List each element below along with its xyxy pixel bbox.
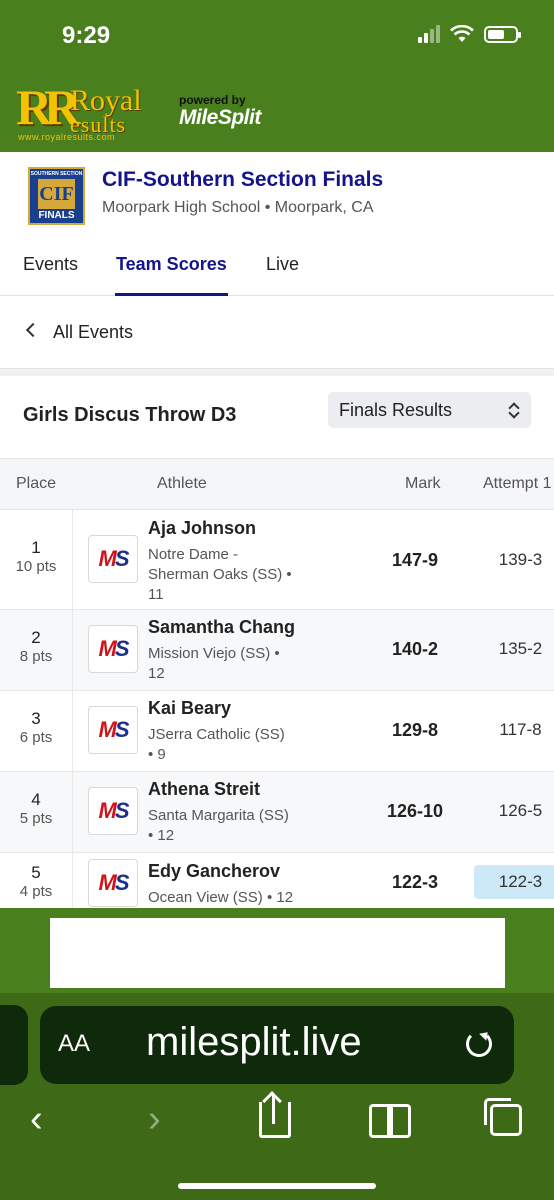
attempt-1-value: 139-3 <box>498 550 543 569</box>
event-title: Girls Discus Throw D3 <box>23 404 237 426</box>
meet-header: SOUTHERN SECTION CIF FINALS CIF-Southern… <box>0 152 554 296</box>
place-cell: 1 10 pts <box>0 510 73 609</box>
attempt-1-value: 122-3 <box>474 865 554 899</box>
athlete-name[interactable]: Aja Johnson <box>148 518 256 539</box>
athlete-mark: 126-10 <box>386 801 444 821</box>
place-points: 6 pts <box>19 729 53 746</box>
ms-team-logo: MS <box>88 706 138 754</box>
place-number: 1 <box>31 538 41 557</box>
place-points: 8 pts <box>19 648 53 665</box>
table-row[interactable]: 2 8 pts MS Samantha Chang Mission Viejo … <box>0 610 554 691</box>
place-number: 5 <box>31 863 41 882</box>
place-points: 10 pts <box>15 558 57 575</box>
attempt-1-value: 117-8 <box>499 720 542 739</box>
reload-icon[interactable] <box>466 1031 492 1057</box>
tab-events[interactable]: Events <box>23 254 78 296</box>
meet-location: Moorpark High School • Moorpark, CA <box>102 199 374 216</box>
powered-by-label: powered by <box>179 93 246 107</box>
header-mark[interactable]: Mark <box>405 475 441 493</box>
cif-finals-logo: SOUTHERN SECTION CIF FINALS <box>28 167 85 225</box>
all-events-link[interactable]: All Events <box>0 297 554 369</box>
athlete-name[interactable]: Athena Streit <box>148 779 260 800</box>
header-place[interactable]: Place <box>16 475 56 493</box>
table-row[interactable]: 5 4 pts MS Edy Gancherov Ocean View (SS)… <box>0 853 554 913</box>
previous-tab-preview[interactable] <box>0 1005 28 1085</box>
attempt-1-value: 126-5 <box>498 801 543 820</box>
athlete-name[interactable]: Edy Gancherov <box>148 861 280 882</box>
place-number: 4 <box>31 790 41 809</box>
back-arrow-icon[interactable]: ‹ <box>30 1098 43 1141</box>
place-cell: 3 6 pts <box>0 691 73 771</box>
home-indicator <box>178 1183 376 1189</box>
table-row[interactable]: 3 6 pts MS Kai Beary JSerra Catholic (SS… <box>0 691 554 772</box>
status-time: 9:29 <box>62 22 111 49</box>
forward-arrow-icon[interactable]: › <box>148 1098 161 1141</box>
header-attempt-1[interactable]: Attempt 1 <box>483 475 551 493</box>
results-type-select[interactable]: Finals Results <box>328 392 531 428</box>
ms-team-logo: MS <box>88 625 138 673</box>
results-table: Place Athlete Mark Attempt 1 1 10 pts MS… <box>0 458 554 913</box>
meet-title[interactable]: CIF-Southern Section Finals <box>102 168 383 192</box>
reader-options-button[interactable]: AA <box>58 1030 90 1058</box>
place-cell: 2 8 pts <box>0 610 73 690</box>
place-number: 2 <box>31 628 41 647</box>
milesplit-logo[interactable]: MileSplit <box>179 106 261 130</box>
place-points: 4 pts <box>19 883 53 900</box>
table-row[interactable]: 1 10 pts MS Aja Johnson Notre Dame - She… <box>0 510 554 610</box>
status-icons <box>418 25 521 43</box>
chevron-updown-icon <box>509 401 519 419</box>
ms-team-logo: MS <box>88 787 138 835</box>
place-cell: 5 4 pts <box>0 853 73 913</box>
athlete-team: JSerra Catholic (SS) • 9 <box>148 726 285 763</box>
place-points: 5 pts <box>19 810 53 827</box>
url-text[interactable]: milesplit.live <box>146 1020 362 1065</box>
athlete-mark: 122-3 <box>391 872 439 892</box>
tab-team-scores[interactable]: Team Scores <box>115 254 228 296</box>
place-number: 3 <box>31 709 41 728</box>
athlete-name[interactable]: Kai Beary <box>148 698 231 719</box>
athlete-mark: 140-2 <box>391 639 439 659</box>
cellular-signal-icon <box>418 25 440 43</box>
athlete-mark: 129-8 <box>391 720 439 740</box>
athlete-name[interactable]: Samantha Chang <box>148 617 295 638</box>
ms-team-logo: MS <box>88 859 138 907</box>
athlete-mark: 147-9 <box>391 550 439 570</box>
all-events-label: All Events <box>53 322 134 342</box>
ad-banner[interactable] <box>50 918 505 988</box>
wifi-icon <box>450 25 474 42</box>
meet-tabs: Events Team Scores Live <box>0 250 554 296</box>
chevron-left-icon <box>25 322 41 338</box>
athlete-team: Ocean View (SS) • 12 <box>148 889 294 906</box>
tab-live[interactable]: Live <box>266 254 299 296</box>
results-type-value: Finals Results <box>339 400 453 420</box>
battery-icon <box>484 25 521 43</box>
royal-results-logo[interactable]: RR Royal esults www.royalresults.com <box>14 76 164 142</box>
table-header: Place Athlete Mark Attempt 1 <box>0 458 554 510</box>
attempt-1-value: 135-2 <box>498 639 543 658</box>
place-cell: 4 5 pts <box>0 772 73 852</box>
section-divider <box>0 369 554 376</box>
bookmarks-icon[interactable] <box>369 1104 411 1138</box>
athlete-team: Santa Margarita (SS) • 12 <box>148 807 289 844</box>
athlete-team: Notre Dame - Sherman Oaks (SS) • 11 <box>148 546 292 603</box>
athlete-team: Mission Viejo (SS) • 12 <box>148 645 280 682</box>
tabs-icon[interactable] <box>484 1098 522 1136</box>
header-athlete[interactable]: Athlete <box>157 475 207 493</box>
table-row[interactable]: 4 5 pts MS Athena Streit Santa Margarita… <box>0 772 554 853</box>
ms-team-logo: MS <box>88 535 138 583</box>
